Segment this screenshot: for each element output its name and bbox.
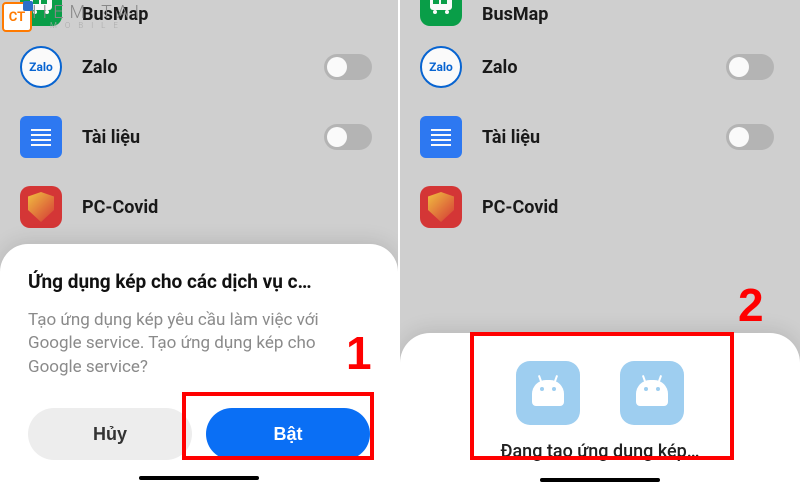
home-indicator — [540, 478, 660, 482]
creating-dual-app-sheet: Đang tạo ứng dụng kép… — [400, 333, 800, 500]
dialog-buttons: Hủy Bật — [28, 408, 370, 460]
dual-app-dialog: Ứng dụng kép cho các dịch vụ c… Tạo ứng … — [0, 244, 398, 500]
home-indicator — [139, 476, 259, 480]
android-icon-2 — [620, 361, 684, 425]
screenshot-panel-2: BusMap Zalo Zalo Tài liệu PC-Covid — [400, 0, 800, 500]
dialog-title: Ứng dụng kép cho các dịch vụ c… — [28, 270, 370, 293]
watermark-logo: CT — [2, 2, 32, 32]
enable-button[interactable]: Bật — [206, 408, 370, 460]
android-icon-1 — [516, 361, 580, 425]
screenshot-panel-1: CT CHIEM TAI M O B I L E BusMap Zalo Zal… — [0, 0, 400, 500]
creating-status-text: Đang tạo ứng dụng kép… — [430, 441, 770, 462]
dialog-body: Tạo ứng dụng kép yêu cầu làm việc với Go… — [28, 309, 370, 380]
creating-icons-row — [430, 361, 770, 425]
cancel-button[interactable]: Hủy — [28, 408, 192, 460]
